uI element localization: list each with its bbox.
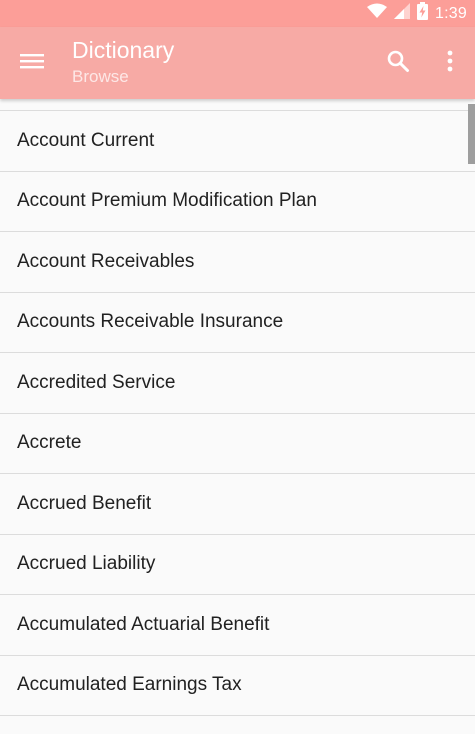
more-vert-icon	[447, 50, 453, 77]
status-icons: 1:39	[367, 2, 467, 25]
term-list[interactable]: Account Current Account Premium Modifica…	[0, 99, 475, 734]
term-label: Accrete	[17, 432, 82, 454]
cellular-signal-icon	[394, 3, 411, 24]
term-label: Account Current	[17, 129, 155, 151]
term-label: Accredited Service	[17, 371, 176, 393]
app-title: Dictionary	[72, 37, 175, 63]
list-item[interactable]: Accrete	[0, 413, 475, 474]
term-label: Accumulated Actuarial Benefit	[17, 613, 270, 635]
scrollbar-thumb[interactable]	[468, 104, 475, 164]
status-bar: 1:39	[0, 0, 475, 27]
list-item[interactable]: Accrued Liability	[0, 534, 475, 595]
list-item[interactable]: Account Current	[0, 111, 475, 172]
search-button[interactable]	[380, 45, 416, 81]
list-item[interactable]: Accredited Service	[0, 353, 475, 414]
search-icon	[386, 49, 410, 78]
term-label: Account Receivables	[17, 250, 195, 272]
app-subtitle: Browse	[72, 67, 129, 86]
title-block: Dictionary Browse	[72, 36, 174, 88]
term-label: Account Premium Modification Plan	[17, 190, 317, 212]
list-item[interactable]: Account Receivables	[0, 232, 475, 293]
term-label: Accumulated Earnings Tax	[17, 674, 242, 696]
list-item[interactable]: Accumulated Actuarial Benefit	[0, 595, 475, 656]
wifi-icon	[367, 3, 388, 24]
battery-charging-icon	[417, 2, 429, 25]
list-item[interactable]: Account Premium Modification Plan	[0, 171, 475, 232]
list-item[interactable]: Accrued Benefit	[0, 474, 475, 535]
app-bar: Dictionary Browse	[0, 27, 475, 99]
list-item[interactable]: Accounts Receivable Insurance	[0, 292, 475, 353]
more-options-button[interactable]	[432, 45, 468, 81]
list-top-strip	[0, 99, 475, 111]
term-label: Accounts Receivable Insurance	[17, 311, 284, 333]
hamburger-menu-icon	[20, 52, 44, 75]
list-item[interactable]: Accumulated Earnings Tax	[0, 655, 475, 716]
term-label: Accrued Liability	[17, 553, 156, 575]
app-screen: 1:39 Dictionary Browse Account Current A…	[0, 0, 475, 734]
term-label: Accrued Benefit	[17, 492, 152, 514]
status-time: 1:39	[435, 4, 467, 22]
menu-button[interactable]	[14, 45, 50, 81]
